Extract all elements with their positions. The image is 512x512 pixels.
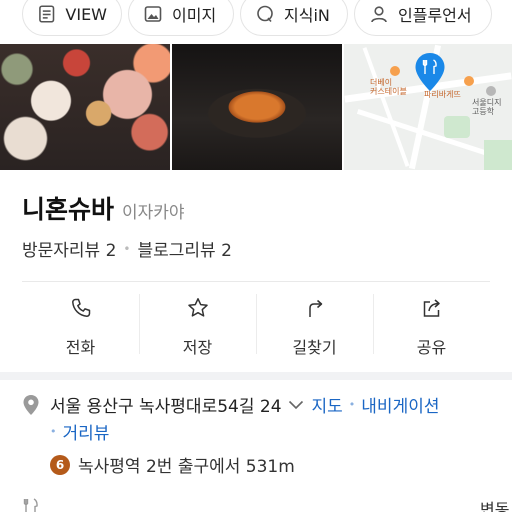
share-label: 공유 bbox=[416, 338, 447, 357]
save-button[interactable]: 저장 bbox=[139, 282, 256, 372]
chevron-down-icon[interactable] bbox=[288, 400, 304, 410]
hours-status: 변동 bbox=[480, 500, 510, 512]
view-chip[interactable]: VIEW bbox=[22, 0, 122, 36]
separator-dot: • bbox=[348, 398, 356, 411]
directions-label: 길찾기 bbox=[292, 338, 337, 357]
navigation-link[interactable]: 내비게이션 bbox=[361, 392, 439, 417]
share-icon bbox=[423, 299, 440, 317]
address-row: 서울 용산구 녹사평대로54길 24 지도 • 내비게이션 bbox=[22, 392, 502, 417]
station-distance: 녹사평역 2번 출구에서 531m bbox=[78, 457, 295, 477]
separator-dot: • bbox=[50, 425, 57, 438]
location-icon bbox=[23, 394, 39, 415]
call-label: 전화 bbox=[65, 338, 96, 357]
place-title: 니혼슈바 이자카야 bbox=[22, 190, 185, 226]
review-counts: 방문자리뷰 2 • 블로그리뷰 2 bbox=[22, 236, 232, 261]
place-category: 이자카야 bbox=[122, 203, 185, 223]
sashimi-photo[interactable] bbox=[0, 44, 170, 170]
place-name[interactable]: 니혼슈바 bbox=[22, 190, 114, 226]
photo-strip: 더베이 커스테이블 파리바게뜨 서울디지 고등학 bbox=[0, 44, 512, 170]
location-pin-icon bbox=[415, 53, 445, 91]
person-icon bbox=[371, 6, 387, 23]
nearest-station: 6 녹사평역 2번 출구에서 531m bbox=[50, 452, 295, 477]
share-button[interactable]: 공유 bbox=[373, 282, 490, 372]
document-icon bbox=[39, 5, 55, 23]
directions-button[interactable]: 길찾기 bbox=[256, 282, 373, 372]
map-link[interactable]: 지도 bbox=[312, 392, 343, 417]
map-label-school: 서울디지 고등학 bbox=[472, 98, 502, 116]
influencer-chip-label: 인플루언서 bbox=[398, 6, 472, 25]
kin-chip-label: 지식iN bbox=[284, 6, 330, 25]
eel-dish-photo[interactable] bbox=[172, 44, 342, 170]
speech-bubble-icon bbox=[257, 5, 273, 23]
kin-chip[interactable]: 지식iN bbox=[240, 0, 348, 36]
search-tab-chips: VIEW 이미지 지식iN 인플루언서 bbox=[0, 0, 512, 44]
address-row-2: • 거리뷰 bbox=[50, 419, 109, 444]
save-label: 저장 bbox=[182, 338, 213, 357]
separator-dot: • bbox=[123, 241, 131, 256]
star-icon bbox=[187, 298, 208, 317]
directions-icon bbox=[308, 299, 322, 317]
visitor-review-link[interactable]: 방문자리뷰 2 bbox=[22, 236, 116, 261]
phone-icon bbox=[71, 298, 90, 317]
image-chip[interactable]: 이미지 bbox=[128, 0, 234, 36]
action-bar: 전화 저장 길찾기 공유 bbox=[22, 282, 490, 372]
image-chip-label: 이미지 bbox=[172, 6, 217, 25]
fork-knife-icon bbox=[23, 498, 38, 512]
map-label-cafe: 더베이 커스테이블 bbox=[370, 78, 407, 96]
view-chip-label: VIEW bbox=[65, 4, 107, 24]
image-icon bbox=[144, 6, 162, 22]
hours-row: 변동 bbox=[22, 496, 512, 512]
address-text[interactable]: 서울 용산구 녹사평대로54길 24 bbox=[50, 392, 282, 417]
call-button[interactable]: 전화 bbox=[22, 282, 139, 372]
subway-line-badge: 6 bbox=[50, 454, 70, 475]
blog-review-link[interactable]: 블로그리뷰 2 bbox=[138, 236, 232, 261]
section-gap bbox=[0, 372, 512, 380]
influencer-chip[interactable]: 인플루언서 bbox=[354, 0, 492, 36]
street-view-link[interactable]: 거리뷰 bbox=[63, 419, 110, 444]
